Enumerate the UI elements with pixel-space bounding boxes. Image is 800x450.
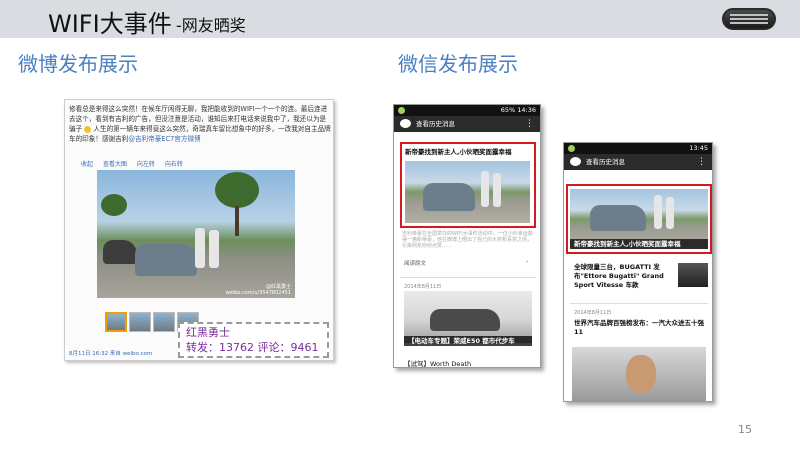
more-menu-icon[interactable]: ⋮: [525, 116, 534, 132]
status-bar: 13:45: [564, 143, 712, 154]
person-shape: [195, 228, 205, 268]
battery-level: 65%: [500, 106, 516, 114]
face-shape: [626, 355, 656, 393]
status-bar: 65% 14:36: [394, 105, 540, 116]
app-bar: 查看历史消息 ⋮: [564, 154, 712, 170]
tree-shape: [215, 172, 259, 208]
app-bar-title: 查看历史消息: [416, 120, 455, 128]
article-image[interactable]: [405, 161, 530, 223]
notification-icon: [568, 145, 575, 152]
article-headline[interactable]: 新帝豪找到新主人,小伙晒奖面露幸福: [405, 148, 533, 157]
read-original-link[interactable]: 阅读原文: [404, 259, 426, 267]
author-name: 红黑勇士: [186, 326, 230, 339]
article-date: 2014年8月11日: [574, 310, 612, 316]
weibo-action-bar: 收起 查看大图 向左转 向右转: [81, 159, 191, 168]
more-menu-icon[interactable]: ⋮: [697, 154, 706, 170]
article-caption-3[interactable]: 【试驾】Worth Death: [404, 360, 532, 367]
person-shape: [493, 173, 501, 207]
weibo-photo[interactable]: @红黑勇士 weibo.com/u/3547802451: [97, 170, 295, 298]
tree-trunk: [235, 206, 239, 236]
article-title-2[interactable]: 全球限量三台，BUGATTI 发布"Ettore Bugatti" Grand …: [574, 263, 674, 290]
page-subtitle: -网友晒奖: [176, 16, 246, 35]
car-shape: [423, 183, 475, 211]
page-number: 15: [738, 423, 752, 436]
chevron-right-icon: ›: [526, 259, 529, 265]
repost-comment-stats: 转发：13762 评论：9461: [186, 341, 319, 354]
person-shape: [209, 230, 219, 268]
rotate-right-link[interactable]: 向右转: [165, 161, 183, 168]
person-shape: [481, 171, 489, 207]
person-shape: [666, 197, 674, 229]
clock: 13:45: [689, 144, 708, 152]
page-title: WIFI大事件: [48, 10, 172, 38]
article-caption-2[interactable]: 【电动车专题】荣威E50 都市代步车: [404, 336, 532, 346]
brand-logo-icon: [722, 8, 776, 30]
emoji-icon: [84, 125, 92, 133]
stats-callout: 红黑勇士 转发：13762 评论：9461: [178, 322, 329, 358]
car-shape: [590, 205, 646, 231]
notification-icon: [398, 107, 405, 114]
wechat-section-title: 微信发布展示: [398, 52, 518, 76]
photo-watermark: @红黑勇士 weibo.com/u/3547802451: [225, 284, 291, 296]
rotate-left-link[interactable]: 向左转: [137, 161, 155, 168]
wechat-icon: [570, 157, 581, 166]
wechat-icon: [400, 119, 411, 128]
weibo-post-text: 修看总是来得这么突然！在候车厅闲得无聊，我把能收到的WIFI一个一个的连。最后连…: [69, 104, 331, 144]
weibo-footer: 8月11日 16:32 来自 weibo.com: [69, 351, 153, 357]
weibo-mention-link[interactable]: @吉利帝豪EC7官方微博: [128, 135, 200, 143]
clock: 14:36: [517, 106, 536, 114]
article-image-3[interactable]: [572, 347, 706, 401]
tree-shape: [101, 194, 127, 216]
app-bar: 查看历史消息 ⋮: [394, 116, 540, 132]
car-shape: [135, 244, 197, 276]
article-summary: 吉利帝豪在全国举办的WIFI大事件活动中，一位小伙幸运获得一辆新帝豪，他在微博上…: [402, 231, 533, 249]
thumbnail[interactable]: [129, 312, 151, 332]
app-bar-title: 查看历史消息: [586, 158, 625, 166]
collapse-link[interactable]: 收起: [81, 161, 93, 168]
wechat-phone-screenshot-2: 13:45 查看历史消息 ⋮ 新帝豪找到新主人,小伙晒奖面露幸福 全球限量三台，…: [563, 142, 713, 402]
thumbnail[interactable]: [105, 312, 127, 332]
article-title-3[interactable]: 世界汽车品牌百强榜发布：一汽大众进五十强 11: [574, 319, 704, 337]
divider: [570, 303, 708, 304]
divider: [400, 277, 536, 278]
article-thumbnail-2[interactable]: [678, 263, 708, 287]
article-date: 2014年8月11日: [404, 284, 442, 290]
view-large-link[interactable]: 查看大图: [103, 161, 127, 168]
thumbnail[interactable]: [153, 312, 175, 332]
weibo-section-title: 微博发布展示: [18, 52, 138, 76]
article-headline[interactable]: 新帝豪找到新主人,小伙晒奖面露幸福: [570, 239, 708, 249]
person-shape: [654, 195, 662, 229]
wechat-phone-screenshot-1: 65% 14:36 查看历史消息 ⋮ 新帝豪找到新主人,小伙晒奖面露幸福 吉利帝…: [393, 104, 541, 368]
dark-car-shape: [103, 240, 137, 264]
car-shape: [430, 309, 500, 331]
